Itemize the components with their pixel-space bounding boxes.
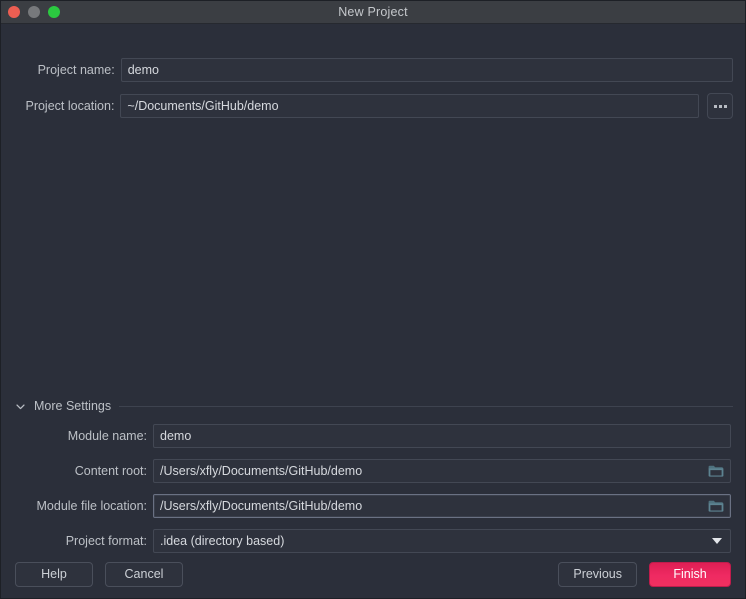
project-name-label: Project name: [15, 63, 115, 77]
minimize-button[interactable] [28, 6, 40, 18]
project-name-row: Project name: demo [15, 58, 733, 82]
module-file-location-input[interactable]: /Users/xfly/Documents/GitHub/demo [153, 494, 731, 518]
module-file-location-value: /Users/xfly/Documents/GitHub/demo [160, 499, 362, 513]
content-root-row: Content root: /Users/xfly/Documents/GitH… [33, 459, 733, 483]
content-root-label: Content root: [33, 464, 147, 478]
module-name-label: Module name: [33, 429, 147, 443]
ellipsis-dot-icon [719, 105, 722, 108]
footer-right-buttons: Previous Finish [558, 562, 731, 587]
ellipsis-dot-icon [714, 105, 717, 108]
browse-location-button[interactable] [707, 93, 733, 119]
finish-button[interactable]: Finish [649, 562, 731, 587]
window-controls [8, 1, 60, 23]
folder-icon[interactable] [708, 465, 724, 478]
dialog-footer: Help Cancel Previous Finish [1, 550, 745, 598]
window-titlebar: New Project [1, 1, 745, 24]
module-name-input[interactable]: demo [153, 424, 731, 448]
window-title: New Project [1, 5, 745, 19]
close-button[interactable] [8, 6, 20, 18]
project-name-value: demo [128, 63, 159, 77]
maximize-button[interactable] [48, 6, 60, 18]
content-root-input[interactable]: /Users/xfly/Documents/GitHub/demo [153, 459, 731, 483]
project-location-label: Project location: [15, 99, 114, 113]
footer-left-buttons: Help Cancel [15, 562, 183, 587]
dialog-body: Project name: demo Project location: ~/D… [1, 24, 745, 598]
project-format-label: Project format: [33, 534, 147, 548]
chevron-down-icon[interactable] [712, 538, 722, 544]
ellipsis-dot-icon [724, 105, 727, 108]
new-project-dialog: New Project Project name: demo Project l… [0, 0, 746, 599]
project-name-input[interactable]: demo [121, 58, 733, 82]
module-name-row: Module name: demo [33, 424, 733, 448]
project-format-value: .idea (directory based) [160, 534, 284, 548]
project-location-input[interactable]: ~/Documents/GitHub/demo [120, 94, 699, 118]
module-file-location-label: Module file location: [33, 499, 147, 513]
module-name-value: demo [160, 429, 191, 443]
more-settings-toggle[interactable]: More Settings [15, 399, 733, 413]
more-settings-label: More Settings [34, 399, 111, 413]
cancel-button[interactable]: Cancel [105, 562, 183, 587]
content-root-value: /Users/xfly/Documents/GitHub/demo [160, 464, 362, 478]
chevron-down-icon [15, 401, 26, 412]
project-location-value: ~/Documents/GitHub/demo [127, 99, 278, 113]
project-location-row: Project location: ~/Documents/GitHub/dem… [15, 93, 733, 119]
help-button[interactable]: Help [15, 562, 93, 587]
module-file-location-row: Module file location: /Users/xfly/Docume… [33, 494, 733, 518]
folder-icon[interactable] [708, 500, 724, 513]
previous-button[interactable]: Previous [558, 562, 637, 587]
more-settings-separator [119, 406, 733, 407]
